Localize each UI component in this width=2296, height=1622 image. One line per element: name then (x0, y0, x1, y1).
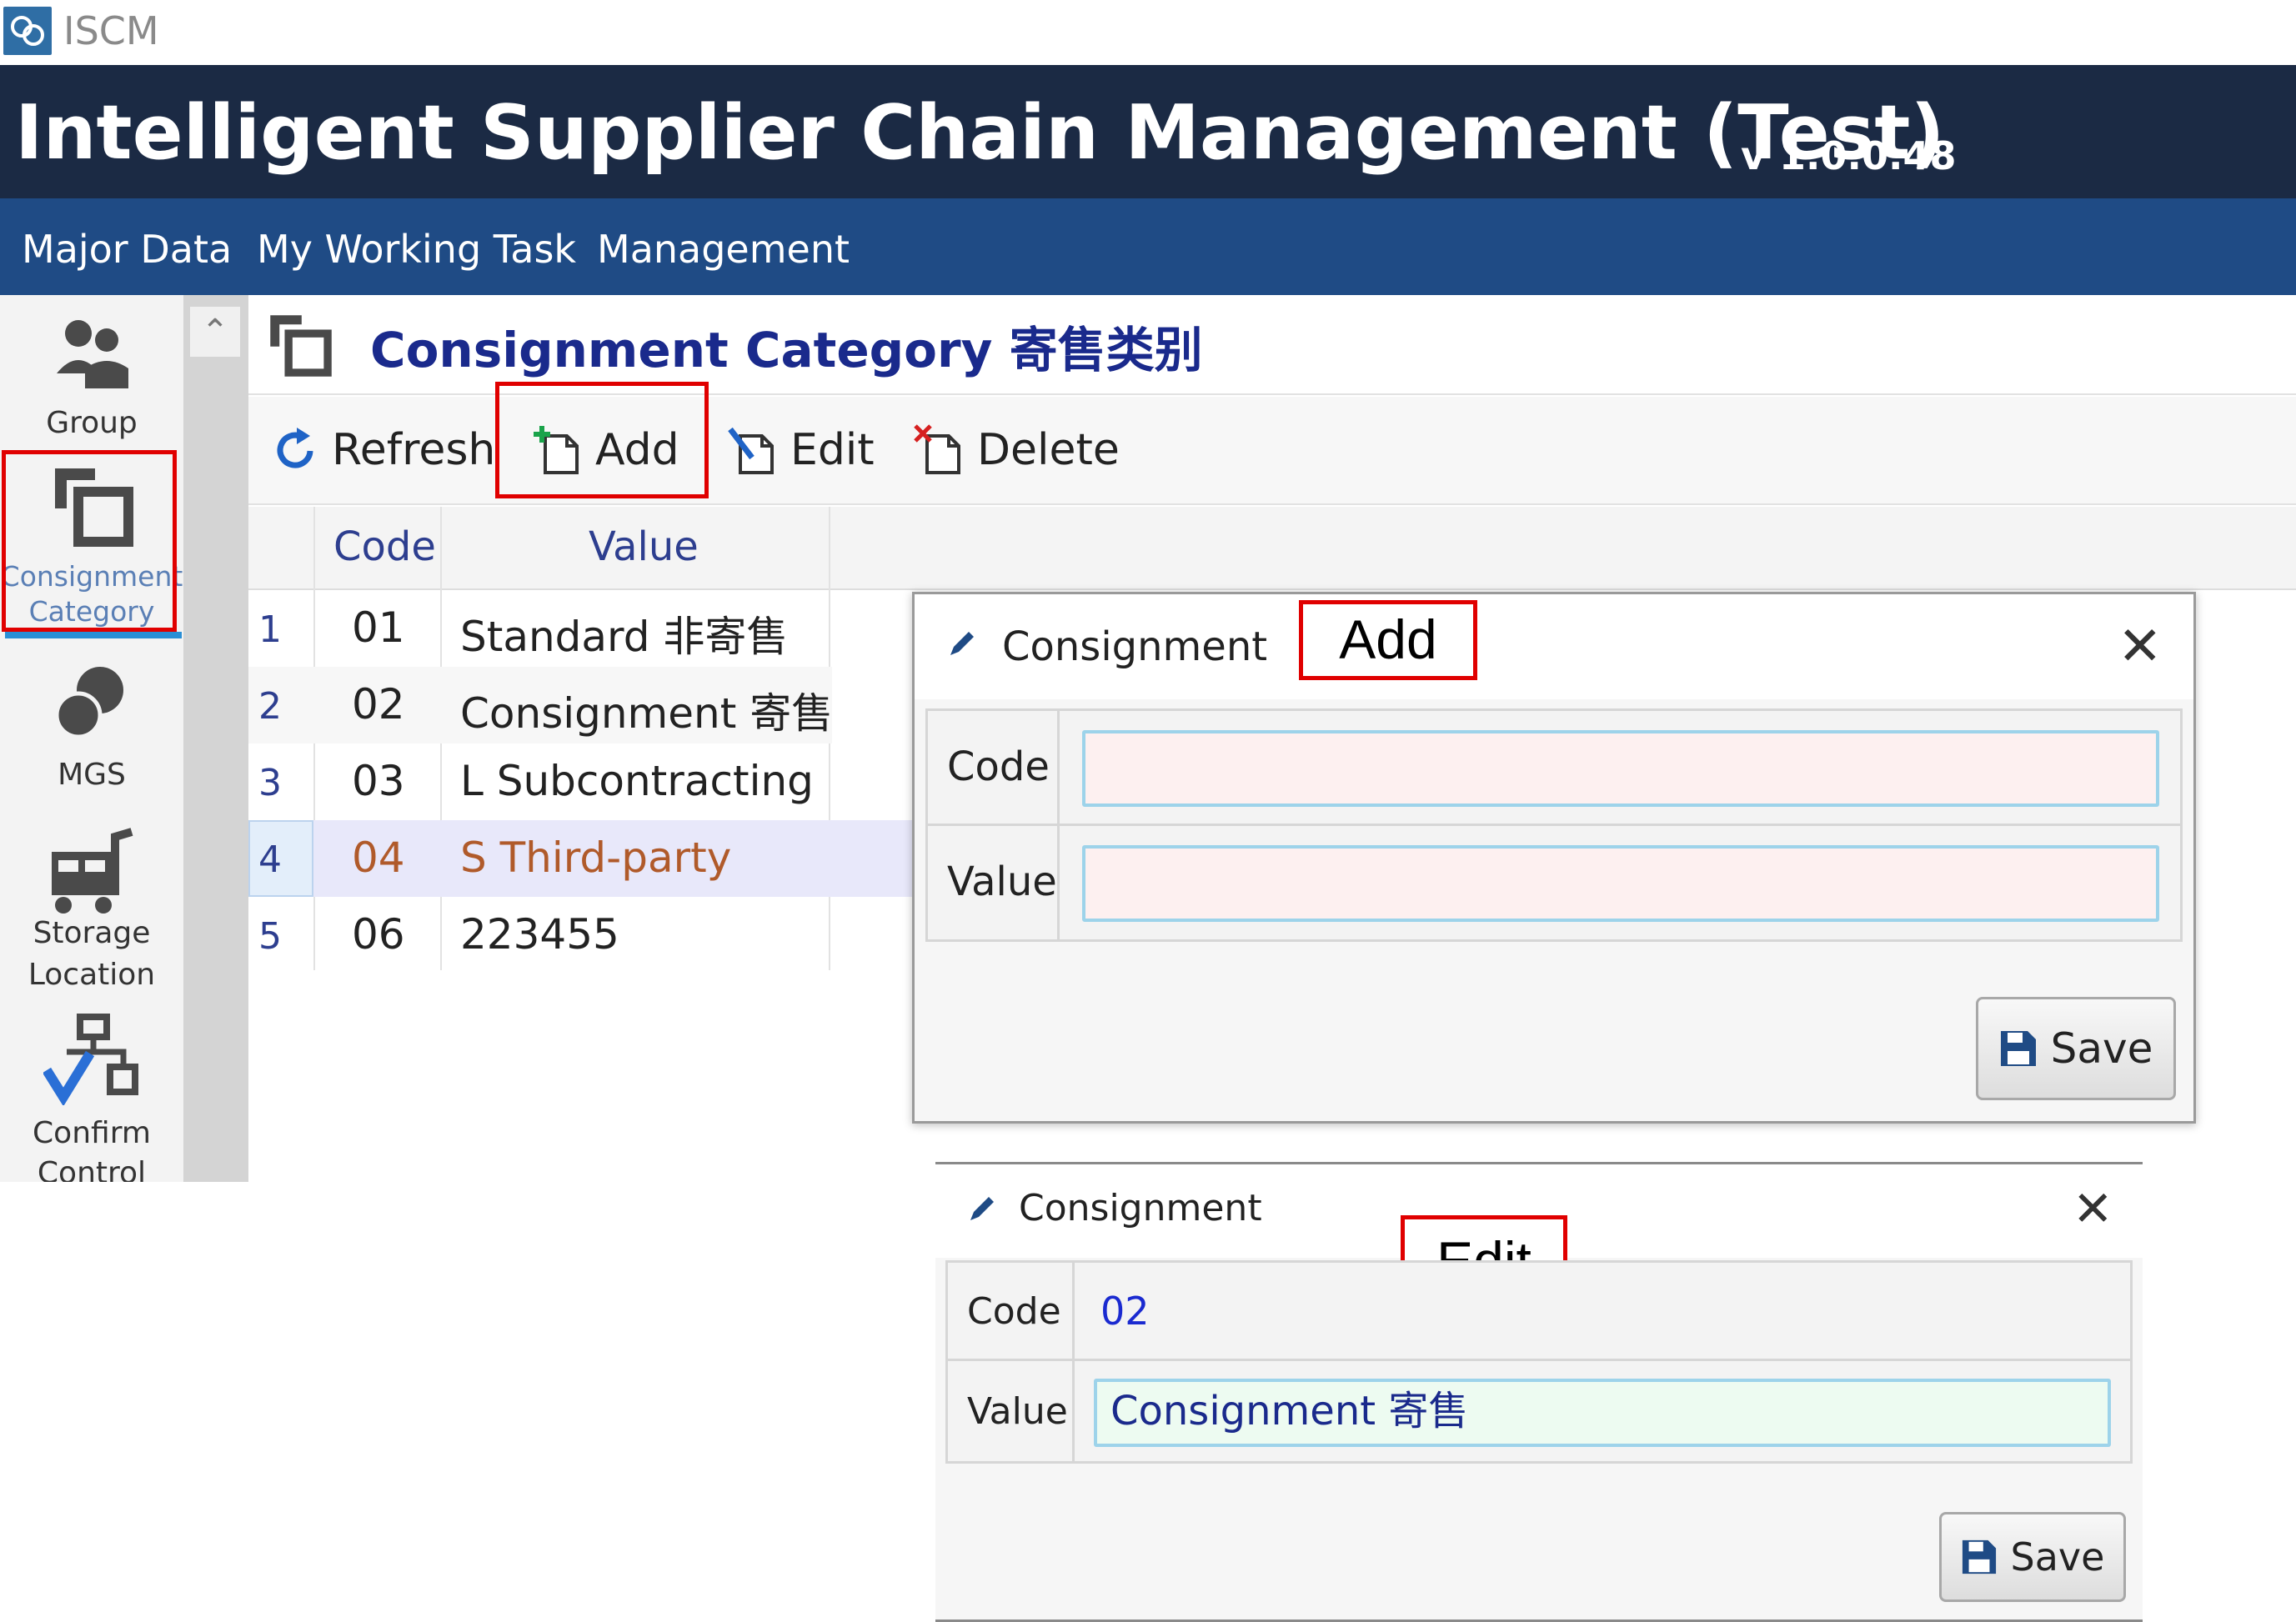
window-titlebar (0, 0, 2296, 65)
app-name: ISCM (63, 8, 159, 53)
sidebar-item-label: Location (28, 958, 156, 992)
value-label: Value (967, 1390, 1068, 1433)
storage-location-icon (52, 828, 133, 914)
table-row[interactable]: 1 01 Standard 非寄售 (248, 590, 832, 667)
save-button[interactable]: Save (1939, 1512, 2126, 1602)
sidebar-scrollbar[interactable] (183, 295, 248, 1182)
table-row[interactable]: 2 02 Consignment 寄售 (248, 667, 834, 743)
sidebar-item-storage-location[interactable]: Storage Location (0, 819, 183, 1002)
code-label: Code (967, 1290, 1061, 1333)
value-label: Value (947, 859, 1057, 905)
form-divider (945, 1359, 2133, 1361)
delete-button[interactable]: Delete (914, 417, 1120, 483)
cell-code: 01 (352, 603, 405, 652)
edit-button[interactable]: Edit (727, 417, 875, 483)
menu-management[interactable]: Management (597, 225, 850, 273)
table-row[interactable]: 3 03 L Subcontracting (248, 743, 832, 820)
sidebar-item-mgs[interactable]: MGS (0, 652, 183, 802)
row-number: 3 (258, 762, 282, 804)
close-icon[interactable]: ✕ (2073, 1182, 2113, 1235)
edit-button-label: Edit (790, 425, 875, 475)
highlight-box-consignment-category (2, 450, 177, 632)
highlight-box-add (495, 382, 709, 498)
sidebar-item-label: Control (37, 1156, 147, 1182)
form-divider (925, 824, 2183, 826)
sidebar-item-label: Confirm (33, 1116, 151, 1150)
confirm-control-icon (43, 1014, 138, 1105)
table-row-selected[interactable]: 4 04 S Third-party (248, 820, 915, 897)
pencil-icon (950, 632, 974, 655)
save-button[interactable]: Save (1976, 997, 2176, 1100)
menu-major-data[interactable]: Major Data (22, 225, 232, 273)
table-row[interactable]: 5 06 223455 (248, 897, 832, 974)
scroll-up-icon[interactable]: ⌃ (190, 307, 240, 357)
form-divider (1057, 708, 1060, 942)
save-button-label: Save (2050, 1024, 2153, 1073)
row-number: 4 (258, 839, 282, 881)
sidebar-item-confirm-control[interactable]: Confirm Control (0, 1010, 183, 1182)
column-header-code[interactable]: Code (333, 523, 436, 570)
sidebar-item-label: Group (46, 406, 138, 440)
consignment-category-icon (270, 315, 332, 377)
row-number: 2 (258, 685, 282, 728)
page-title: Consignment Category 寄售类别 (370, 322, 1203, 378)
cell-value: 223455 (460, 910, 619, 959)
sidebar-item-label: MGS (58, 758, 126, 792)
code-label: Code (947, 743, 1050, 790)
menu-my-working-task[interactable]: My Working Task (257, 225, 576, 273)
dialog-title: Consignment (1002, 623, 1268, 670)
column-header-value[interactable]: Value (589, 523, 699, 570)
delete-document-icon (914, 424, 960, 474)
active-indicator (5, 632, 182, 638)
code-value: 02 (1100, 1289, 1150, 1334)
save-disk-icon (2000, 1031, 2036, 1066)
cell-code: 06 (352, 910, 405, 959)
code-input[interactable] (1082, 730, 2159, 807)
value-input[interactable]: Consignment 寄售 (1094, 1379, 2111, 1447)
add-tag-label: Add (1299, 600, 1477, 680)
pencil-icon (970, 1197, 994, 1220)
close-icon[interactable]: ✕ (2118, 620, 2163, 673)
cell-value: L Subcontracting (460, 757, 814, 805)
sidebar-item-group[interactable]: Group (0, 302, 183, 452)
row-number: 5 (258, 915, 282, 958)
group-icon (57, 320, 128, 388)
cell-value: S Third-party (460, 834, 732, 882)
row-number: 1 (258, 608, 282, 651)
cell-code: 02 (352, 680, 405, 728)
mgs-icon (54, 667, 123, 739)
form-divider (1072, 1260, 1075, 1464)
value-input[interactable] (1082, 845, 2159, 922)
app-title: Intelligent Supplier Chain Management (T… (15, 89, 1945, 177)
cell-value: Consignment 寄售 (460, 689, 834, 738)
cell-code: 03 (352, 757, 405, 805)
cell-code: 04 (352, 834, 405, 882)
refresh-button-label: Refresh (332, 425, 496, 475)
app-logo-icon (3, 7, 52, 55)
sidebar-item-label: Storage (33, 916, 151, 950)
delete-button-label: Delete (977, 425, 1120, 475)
save-button-label: Save (2010, 1534, 2105, 1579)
dialog-title: Consignment (1019, 1187, 1262, 1229)
refresh-button[interactable]: Refresh (272, 417, 495, 483)
grid-header (248, 507, 2296, 590)
edit-document-icon (728, 427, 774, 474)
app-version: v 1.0.0.48 (1741, 133, 1957, 178)
save-disk-icon (1962, 1539, 1996, 1574)
cell-value: Standard 非寄售 (460, 613, 789, 661)
refresh-icon (277, 428, 313, 468)
